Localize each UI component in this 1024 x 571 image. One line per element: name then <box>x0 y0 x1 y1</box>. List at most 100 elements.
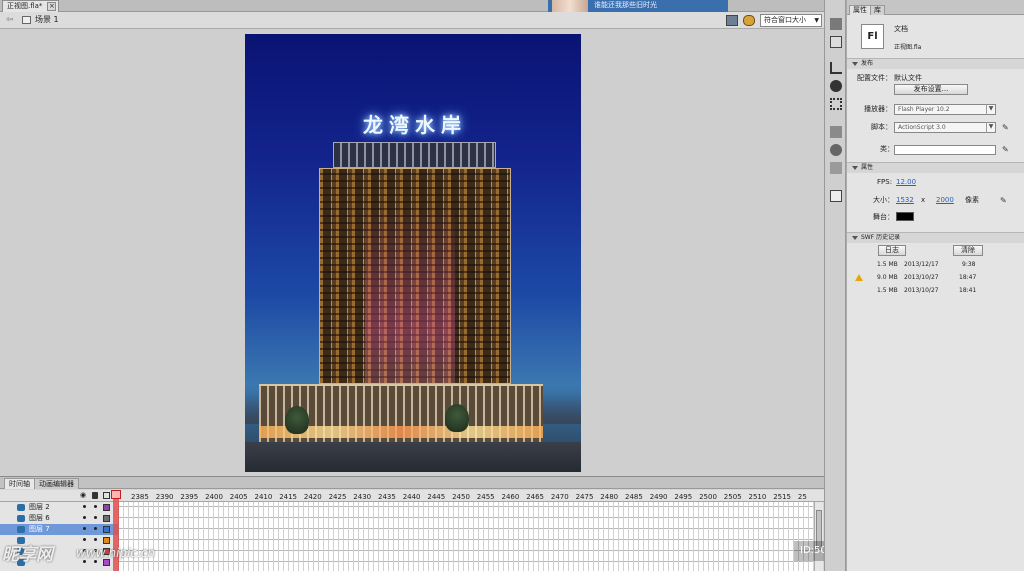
height-value[interactable]: 2000 <box>936 196 954 205</box>
frame-number: 2435 <box>378 493 396 501</box>
frame-number: 2410 <box>254 493 273 501</box>
watermark-url: www.nipic.cn <box>76 546 155 560</box>
layer-toggle-dot[interactable] <box>83 505 86 508</box>
frame-number: 2495 <box>674 493 693 501</box>
document-tab[interactable]: 正视图.fla* × <box>2 0 60 12</box>
color-icon[interactable] <box>830 18 842 30</box>
fps-label: FPS: <box>877 178 893 186</box>
timeline-header: ◉ 2385 2390 2395 2400 2405 2410 2415 2420 2425 24… <box>0 490 824 502</box>
tree <box>285 406 309 434</box>
pencil-icon[interactable]: ✎ <box>1002 145 1011 154</box>
wrench-icon[interactable]: ✎ <box>1002 123 1011 132</box>
promo-banner[interactable]: 谁能还我那些旧时光 <box>548 0 728 12</box>
tower-glow <box>365 204 455 384</box>
section-attributes[interactable]: 属性 <box>847 162 1024 173</box>
flash-ide-window: { "document_tab": { "title": "正视图.fla*",… <box>0 0 1024 571</box>
layer-color-swatch[interactable] <box>103 559 110 566</box>
history-time: 18:41 <box>959 287 977 294</box>
layer-color-swatch[interactable] <box>103 504 110 511</box>
tab-motion-editor[interactable]: 动画编辑器 <box>34 478 79 489</box>
outline-icon[interactable] <box>103 492 110 499</box>
frame-number: 2485 <box>625 493 643 501</box>
layer-color-swatch[interactable] <box>103 526 110 533</box>
units-label: 像素 <box>965 196 979 204</box>
tab-properties[interactable]: 属性 <box>849 5 871 15</box>
doc-type: 文档 <box>894 25 908 33</box>
frames-grid[interactable] <box>119 502 813 571</box>
frame-number: 2470 <box>550 493 569 501</box>
layer-toggle-dot[interactable] <box>94 527 97 530</box>
frame-number: 2405 <box>229 493 248 501</box>
layer-toggle-dot[interactable] <box>94 538 97 541</box>
history-time: 9:38 <box>962 261 976 268</box>
layer-toggle-dot[interactable] <box>83 516 86 519</box>
tab-timeline[interactable]: 时间轴 <box>4 478 35 489</box>
code-snippets-icon[interactable] <box>830 126 842 138</box>
motion-presets-icon[interactable] <box>830 162 842 174</box>
layer-name: 图层 7 <box>29 525 50 533</box>
publish-settings-button[interactable]: 发布设置... <box>894 84 968 95</box>
building-crown <box>333 142 496 168</box>
timeline-tabs: 时间轴 动画编辑器 <box>0 477 824 489</box>
history-date: 2013/10/27 <box>904 274 939 281</box>
align-icon[interactable] <box>830 62 842 74</box>
log-button[interactable]: 日志 <box>878 245 906 256</box>
document-tab-title: 正视图.fla* <box>7 2 43 10</box>
components-icon[interactable] <box>830 144 842 156</box>
lock-icon[interactable] <box>92 492 98 499</box>
properties-panel: 属性 库 Fl 文档 正视图.fla 发布 配置文件： 默认文件 发布设置...… <box>846 0 1024 571</box>
playhead-handle[interactable] <box>111 490 121 499</box>
frame-number: 2385 <box>131 493 149 501</box>
layer-name: 图层 6 <box>29 514 50 522</box>
transform-icon[interactable] <box>830 98 842 110</box>
layer-color-swatch[interactable] <box>103 537 110 544</box>
stage-artboard[interactable]: 龙湾水岸 <box>245 34 581 472</box>
stage-color-swatch[interactable] <box>896 212 914 221</box>
stage-color-label: 舞台： <box>873 213 894 221</box>
layer-toggle-dot[interactable] <box>83 538 86 541</box>
frame-number: 2450 <box>452 493 470 501</box>
edit-scene-icon[interactable] <box>726 15 738 26</box>
profile-value: 默认文件 <box>894 74 922 82</box>
frame-number: 2430 <box>353 493 372 501</box>
scene-label[interactable]: 场景 1 <box>35 15 59 25</box>
width-value[interactable]: 1532 <box>896 196 914 205</box>
edit-symbols-icon[interactable] <box>743 15 755 26</box>
fps-value[interactable]: 12.00 <box>896 178 916 187</box>
layer-toggle-dot[interactable] <box>94 516 97 519</box>
street <box>245 442 581 472</box>
properties-tabs: 属性 库 <box>847 0 1024 15</box>
history-size: 1.5 MB <box>877 287 898 294</box>
promo-thumbnail <box>552 0 588 12</box>
layer-toggle-dot[interactable] <box>94 560 97 563</box>
wrench-icon[interactable]: ✎ <box>1000 196 1009 205</box>
layer-row[interactable]: 图层 7 <box>0 524 119 535</box>
stage-area: 龙湾水岸 <box>0 30 824 474</box>
layer-toggle-dot[interactable] <box>83 527 86 530</box>
section-publish[interactable]: 发布 <box>847 58 1024 69</box>
class-label: 类： <box>880 145 894 153</box>
profile-label: 配置文件： <box>857 74 892 82</box>
section-swf-history[interactable]: SWF 历史记录 <box>847 232 1024 243</box>
history-icon[interactable] <box>830 190 842 202</box>
eye-icon[interactable]: ◉ <box>80 491 86 499</box>
class-input[interactable] <box>894 145 996 155</box>
tab-library[interactable]: 库 <box>870 5 885 15</box>
zoom-select[interactable]: 符合窗口大小 ▼ <box>760 14 822 27</box>
swatches-icon[interactable] <box>830 36 842 48</box>
back-arrow-icon[interactable]: ⇦ <box>6 15 16 25</box>
close-icon[interactable]: × <box>47 2 57 11</box>
chevron-down-icon: ▼ <box>814 17 819 24</box>
script-select[interactable]: ActionScript 3.0 ▼ <box>894 122 996 133</box>
player-value: Flash Player 10.2 <box>898 106 950 113</box>
clear-button[interactable]: 清除 <box>953 245 983 256</box>
layer-row[interactable]: 图层 6 <box>0 513 119 524</box>
info-icon[interactable] <box>830 80 842 92</box>
player-select[interactable]: Flash Player 10.2 ▼ <box>894 104 996 115</box>
frame-number: 2510 <box>748 493 767 501</box>
layer-row[interactable]: 图层 2 <box>0 502 119 513</box>
frame-number: 2420 <box>303 493 322 501</box>
layer-toggle-dot[interactable] <box>83 560 86 563</box>
layer-toggle-dot[interactable] <box>94 505 97 508</box>
layer-color-swatch[interactable] <box>103 515 110 522</box>
